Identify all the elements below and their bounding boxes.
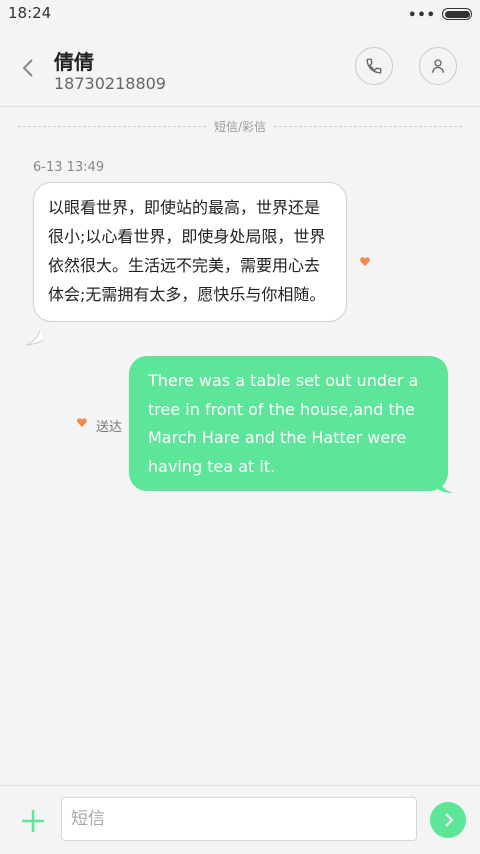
bubble-tail xyxy=(438,480,453,493)
composer-bar xyxy=(0,785,480,854)
chevron-right-icon xyxy=(445,813,454,827)
phone-icon xyxy=(366,58,382,74)
back-button[interactable] xyxy=(14,50,44,86)
contact-number: 18730218809 xyxy=(54,74,166,93)
chevron-left-icon xyxy=(22,59,33,77)
person-icon xyxy=(432,59,444,73)
contact-profile-button[interactable] xyxy=(419,47,457,85)
message-input[interactable] xyxy=(61,797,417,841)
favorite-heart-icon[interactable] xyxy=(77,418,87,427)
delivery-status: 送达 xyxy=(96,420,123,435)
bubble-tail xyxy=(26,330,44,346)
call-button[interactable] xyxy=(355,47,393,85)
send-button[interactable] xyxy=(430,802,466,838)
outgoing-message-text: There was a table set out under a tree i… xyxy=(148,371,419,476)
message-timestamp: 6-13 13:49 xyxy=(33,160,105,175)
battery-icon xyxy=(442,8,472,20)
status-bar: 18:24 ••• xyxy=(0,0,480,28)
incoming-message-text: 以眼看世界，即使站的最高，世界还是很小;以心看世界，即使身处局限，世界依然很大。… xyxy=(48,198,326,304)
favorite-heart-icon[interactable] xyxy=(360,257,370,266)
message-type-divider: 短信/彩信 xyxy=(18,118,462,136)
contact-name: 倩倩 xyxy=(54,50,94,74)
more-dots-icon: ••• xyxy=(408,8,436,23)
plus-icon xyxy=(22,810,44,832)
status-time: 18:24 xyxy=(8,4,52,22)
add-attachment-button[interactable] xyxy=(18,806,48,836)
incoming-message-bubble[interactable]: 以眼看世界，即使站的最高，世界还是很小;以心看世界，即使身处局限，世界依然很大。… xyxy=(33,182,347,322)
outgoing-message-bubble[interactable]: There was a table set out under a tree i… xyxy=(129,356,448,491)
conversation-header: 倩倩 18730218809 xyxy=(0,28,480,107)
